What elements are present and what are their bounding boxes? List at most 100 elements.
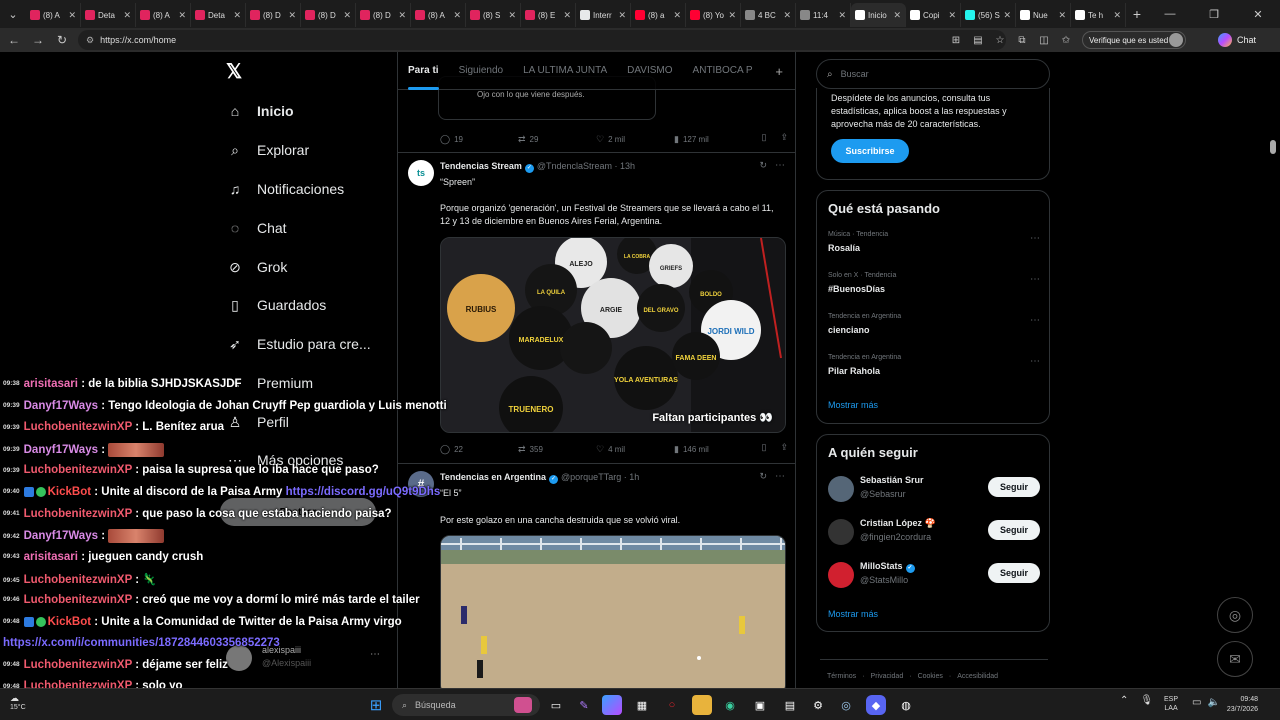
close-tab-icon[interactable]: ✕ [233, 10, 241, 21]
add-tab-icon[interactable]: + [775, 64, 783, 79]
close-tab-icon[interactable]: ✕ [398, 10, 406, 21]
store-icon[interactable]: ▦ [632, 695, 652, 715]
search-input[interactable]: ⌕ Buscar [816, 59, 1050, 89]
post-media[interactable]: RUBIUS ALEJO GRIEFS ARGIE JORDI WILD TRU… [440, 237, 786, 433]
more-icon[interactable]: ⋯ [1030, 356, 1040, 367]
chat-link[interactable]: https://discord.gg/uQ9t9Dhs [286, 486, 441, 498]
post-media[interactable] [440, 535, 786, 688]
opera-icon[interactable]: ○ [662, 695, 682, 715]
grok-float-button[interactable]: ◎ [1217, 597, 1253, 633]
like-button[interactable]: ♡ 2 mil [596, 132, 674, 146]
trend-item[interactable]: Tendencia en Argentina Pilar Rahola ⋯ [828, 354, 1040, 376]
split-screen-icon[interactable]: ◫ [1036, 32, 1052, 48]
browser-tab[interactable]: (8) A ✕ [411, 3, 466, 27]
follow-button[interactable]: Seguir [988, 477, 1040, 497]
close-tab-icon[interactable]: ✕ [893, 10, 901, 21]
follow-button[interactable]: Seguir [988, 520, 1040, 540]
browser-tab[interactable]: Interr ✕ [576, 3, 631, 27]
sidebar-item-guardados[interactable]: ▯ Guardados [226, 296, 326, 314]
more-icon[interactable]: ⋯ [1030, 233, 1040, 244]
post[interactable]: ts Tendencias Stream ✓ @TndenclaStream · 1… [398, 152, 795, 462]
avatar[interactable] [828, 562, 854, 588]
sidebar-item-chat[interactable]: ◌ Chat [226, 219, 287, 237]
close-tab-icon[interactable]: ✕ [673, 10, 681, 21]
browser-tab[interactable]: (8) D ✕ [356, 3, 411, 27]
start-icon[interactable]: ⊞ [366, 695, 386, 715]
sidebar-item-grok[interactable]: ⊘ Grok [226, 258, 287, 276]
views-button[interactable]: ▮ 127 mil [674, 132, 752, 146]
network-volume-battery[interactable]: ▭ 🔈 [1192, 697, 1220, 708]
browser-tab[interactable]: (8) S ✕ [466, 3, 521, 27]
steam-icon[interactable]: ◎ [836, 695, 856, 715]
share-icon[interactable]: ⇪ [780, 442, 788, 453]
like-button[interactable]: ♡ 4 mil [596, 442, 674, 456]
github-icon[interactable]: ◍ [896, 695, 916, 715]
bookmark-icon[interactable]: ▯ [762, 132, 767, 143]
close-tab-icon[interactable]: ✕ [1058, 10, 1066, 21]
browser-tab[interactable]: (8) D ✕ [301, 3, 356, 27]
trend-item[interactable]: Tendencia en Argentina cienciano ⋯ [828, 313, 1040, 335]
extensions-icon[interactable]: ⧉ [1014, 32, 1030, 48]
bookmark-icon[interactable]: ▯ [762, 442, 767, 453]
subscribe-button[interactable]: Suscribirse [831, 139, 909, 163]
app-icon[interactable]: ⚙ [808, 695, 828, 715]
browser-tab[interactable]: Nue ✕ [1016, 3, 1071, 27]
close-tab-icon[interactable]: ✕ [68, 10, 76, 21]
show-hidden-icons-icon[interactable]: ⌃ [1120, 695, 1128, 706]
timeline-tab[interactable]: ANTIBOCA P [683, 52, 763, 90]
task-view-icon[interactable]: ▭ [546, 695, 566, 715]
language-indicator[interactable]: ESP LAA [1164, 695, 1178, 713]
copilot-app-icon[interactable] [602, 695, 622, 715]
follow-button[interactable]: Seguir [988, 563, 1040, 583]
copilot-button[interactable]: Chat [1218, 33, 1256, 47]
close-window-button[interactable]: ✕ [1236, 0, 1280, 28]
reload-button[interactable]: ↻ [50, 33, 74, 47]
trend-item[interactable]: Música · Tendencia Rosalía ⋯ [828, 231, 1040, 253]
scrollbar[interactable] [1270, 140, 1276, 154]
follow-suggestion[interactable]: MilloStats ✓ @StatsMillo Seguir [828, 561, 1040, 591]
browser-tab[interactable]: Te h ✕ [1071, 3, 1126, 27]
reader-icon[interactable]: ▤ [970, 32, 986, 48]
discord-icon[interactable]: ◆ [866, 695, 886, 715]
browser-tab[interactable]: (56) S ✕ [961, 3, 1016, 27]
timeline-tab[interactable]: DAVISMO [617, 52, 682, 90]
show-more-link[interactable]: Mostrar más [828, 609, 878, 619]
browser-tab[interactable]: (8) E ✕ [521, 3, 576, 27]
follow-suggestion[interactable]: Cristian López 🍄 @fingien2cordura Seguir [828, 518, 1040, 548]
grok-explain-icon[interactable]: ↻ [759, 160, 767, 171]
footer-link[interactable]: Cookies [918, 673, 943, 680]
browser-tab[interactable]: Deta ✕ [81, 3, 136, 27]
profile-verify-button[interactable]: Verifique que es usted [1082, 31, 1186, 49]
reply-button[interactable]: ◯ 19 [440, 132, 518, 146]
share-icon[interactable]: ⇪ [780, 132, 788, 143]
close-tab-icon[interactable]: ✕ [728, 10, 736, 21]
favorites-icon[interactable]: ✩ [1058, 32, 1074, 48]
avatar[interactable] [828, 476, 854, 502]
file-explorer-icon[interactable] [692, 695, 712, 715]
browser-tab[interactable]: (8) a ✕ [631, 3, 686, 27]
close-tab-icon[interactable]: ✕ [1003, 10, 1011, 21]
browser-tab[interactable]: Deta ✕ [191, 3, 246, 27]
sidebar-item-explorar[interactable]: ⌕ Explorar [226, 141, 309, 159]
more-icon[interactable]: ⋯ [775, 471, 785, 482]
more-icon[interactable]: ⋯ [1030, 315, 1040, 326]
grok-explain-icon[interactable]: ↻ [759, 471, 767, 482]
browser-tab[interactable]: 11:4 ✕ [796, 3, 851, 27]
clock[interactable]: 09:48 23/7/2026 [1222, 695, 1258, 715]
browser-tab[interactable]: 4 BC ✕ [741, 3, 796, 27]
close-tab-icon[interactable]: ✕ [453, 10, 461, 21]
close-tab-icon[interactable]: ✕ [288, 10, 296, 21]
photos-icon[interactable]: ▣ [750, 695, 770, 715]
app-available-icon[interactable]: ⊞ [948, 32, 964, 48]
timeline-tab[interactable]: Siguiendo [449, 52, 513, 90]
more-icon[interactable]: ⋯ [1030, 274, 1040, 285]
address-bar[interactable]: ⚙ https://x.com/home [78, 30, 1006, 50]
show-more-link[interactable]: Mostrar más [828, 400, 878, 410]
browser-tab[interactable]: (8) A ✕ [136, 3, 191, 27]
sidebar-item-inicio[interactable]: ⌂ Inicio [226, 102, 294, 120]
x-logo-icon[interactable]: 𝕏 [226, 62, 246, 82]
pen-app-icon[interactable]: ✎ [574, 695, 594, 715]
site-info-icon[interactable]: ⚙ [86, 35, 94, 46]
microphone-icon[interactable]: 🎙 [1140, 695, 1153, 706]
minimize-button[interactable]: — [1148, 0, 1192, 28]
